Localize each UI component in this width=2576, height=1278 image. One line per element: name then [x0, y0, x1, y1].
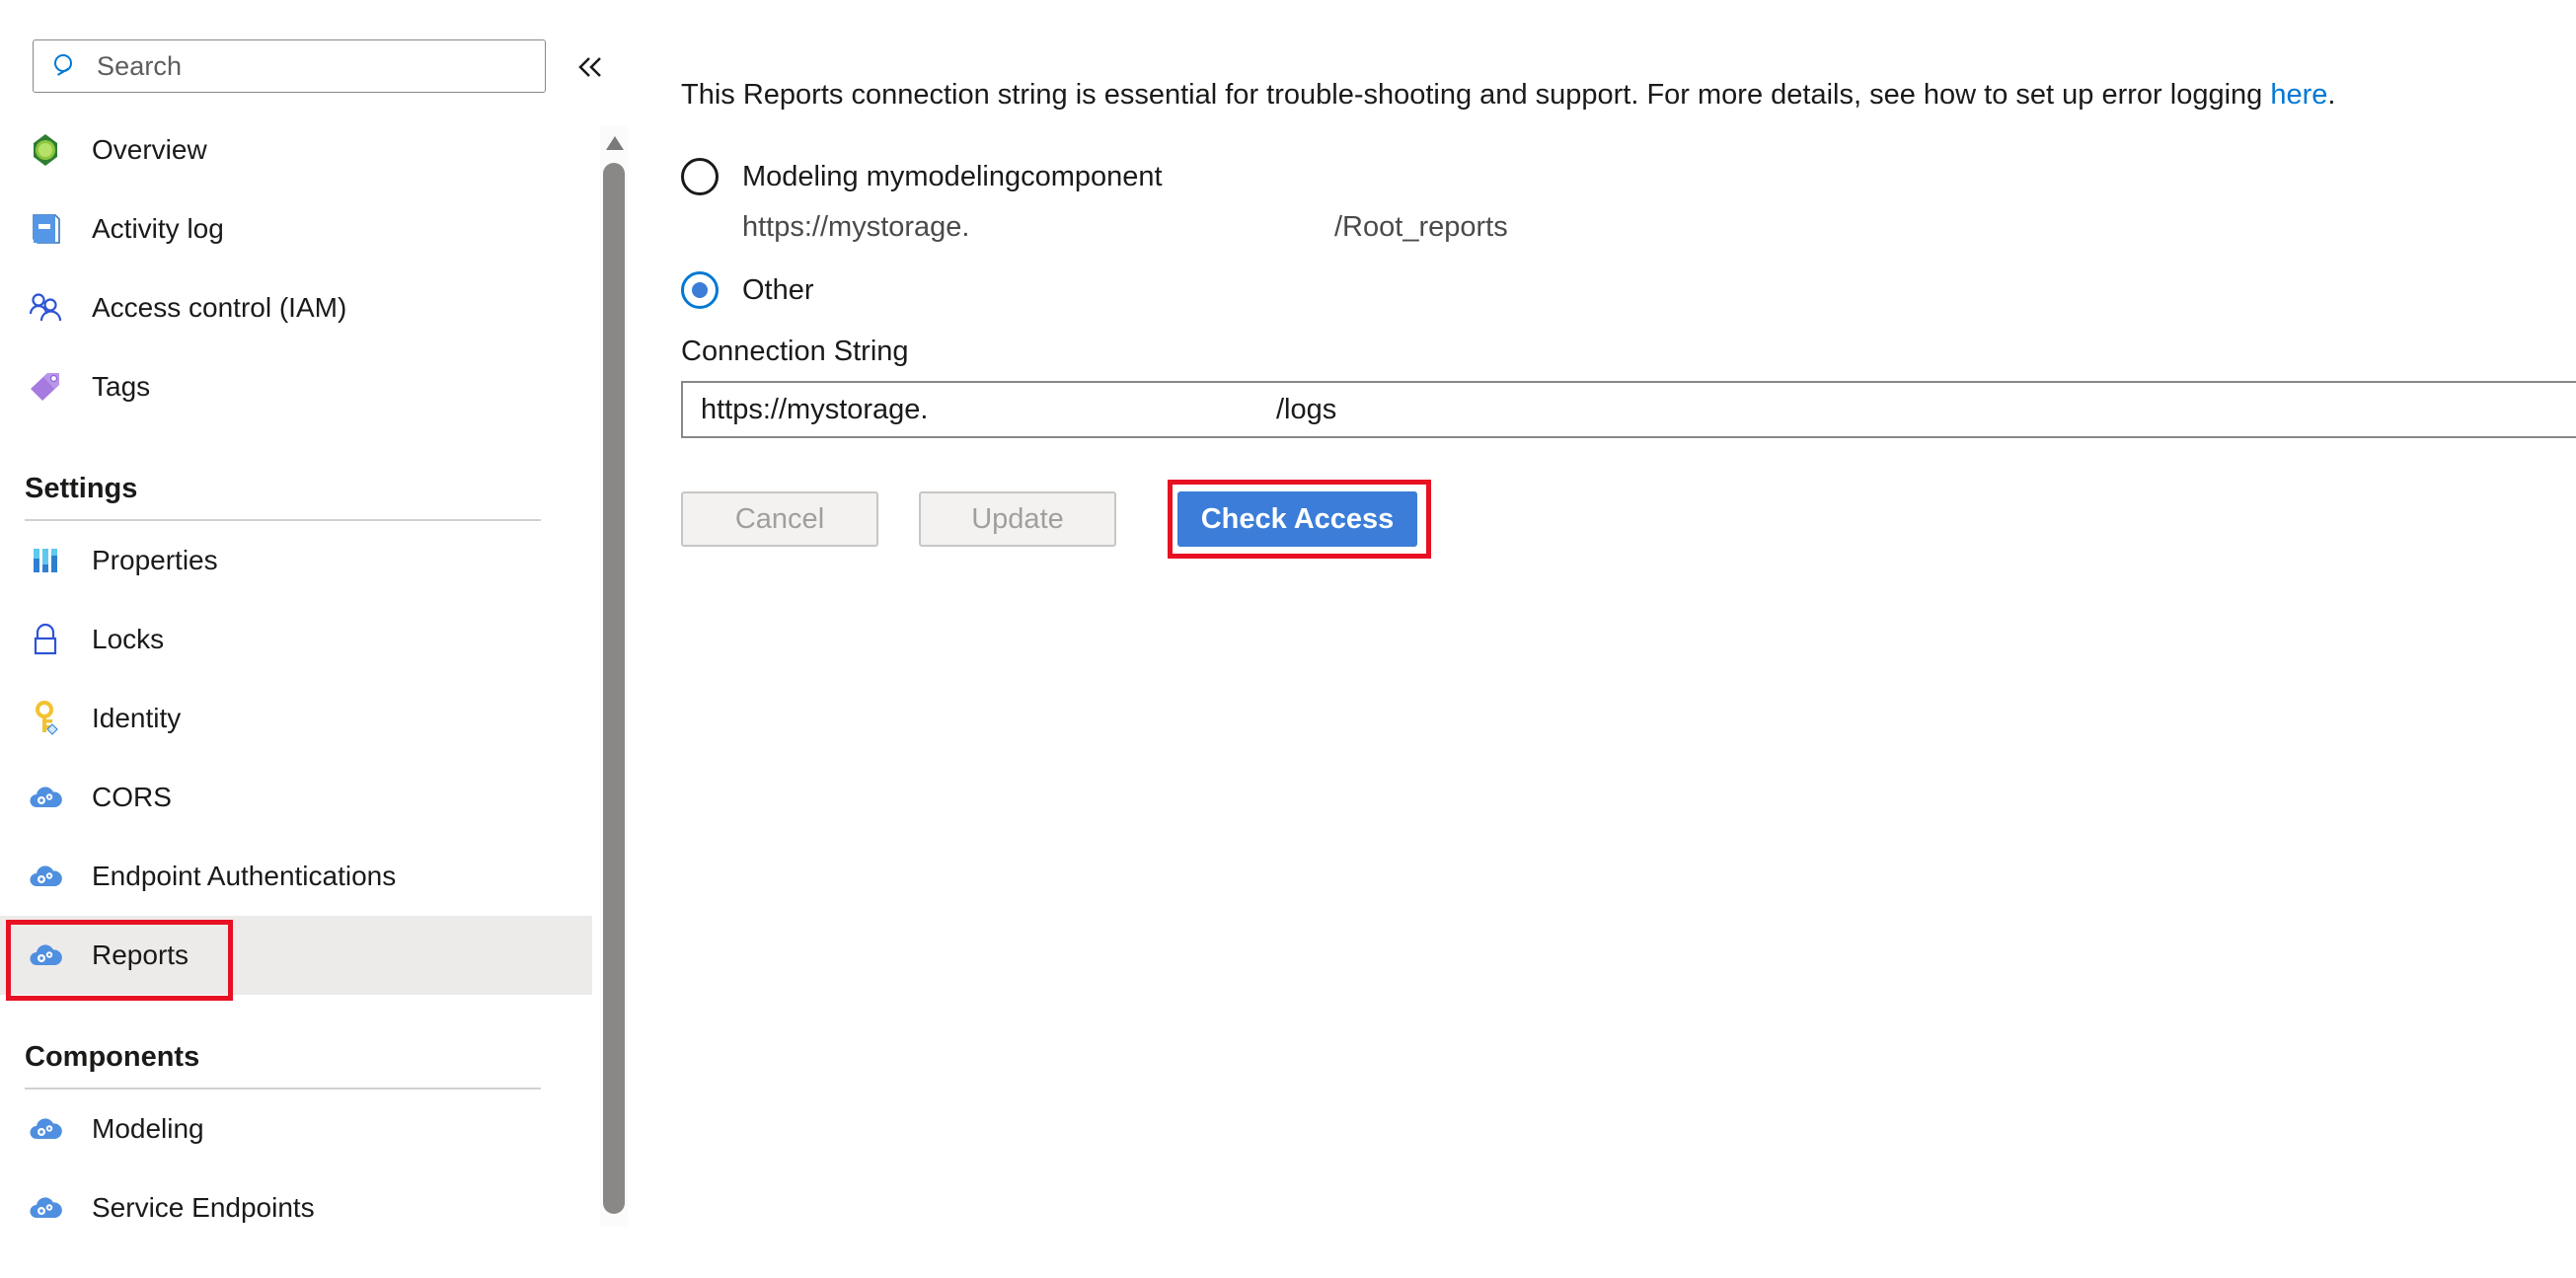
radio-option-modeling[interactable]: Modeling mymodelingcomponent: [681, 158, 1163, 195]
sidebar-item-service-endpoints[interactable]: Service Endpoints: [0, 1168, 592, 1247]
modeling-url-left: https://mystorage.: [742, 211, 970, 243]
sidebar-section-label: Components: [25, 1041, 200, 1073]
activity-log-icon: [25, 208, 66, 250]
tags-icon: [25, 366, 66, 408]
sidebar-item-label: Activity log: [92, 213, 224, 244]
radio-option-other[interactable]: Other: [681, 271, 814, 309]
sidebar-search-row: Search: [0, 0, 601, 111]
sidebar-item-reports[interactable]: Reports: [0, 916, 592, 1001]
cancel-button[interactable]: Cancel: [681, 491, 878, 547]
sidebar: Search Overview Activity log Access cont…: [0, 0, 628, 1278]
cloud-gear-icon: [25, 935, 66, 976]
sidebar-item-modeling[interactable]: Modeling: [0, 1090, 592, 1168]
connection-string-value-left: https://mystorage.: [701, 393, 929, 425]
sidebar-item-label: Service Endpoints: [92, 1192, 315, 1223]
intro-text-before: This Reports connection string is essent…: [681, 79, 2271, 111]
key-icon: [25, 698, 66, 739]
sidebar-scrollbar-thumb[interactable]: [603, 163, 625, 1214]
search-icon: [51, 51, 81, 81]
sidebar-item-label: Properties: [92, 545, 218, 575]
sidebar-item-tags[interactable]: Tags: [0, 347, 592, 426]
sidebar-item-identity[interactable]: Identity: [0, 679, 592, 758]
search-input[interactable]: Search: [33, 39, 546, 93]
chevron-double-left-icon: [573, 52, 609, 82]
radio-option-label: Other: [742, 274, 814, 306]
sidebar-item-locks[interactable]: Locks: [0, 600, 592, 679]
update-button[interactable]: Update: [919, 491, 1116, 547]
radio-button-unselected-icon[interactable]: [681, 158, 719, 195]
sidebar-item-label: Endpoint Authentications: [92, 861, 397, 891]
cloud-gear-icon: [25, 856, 66, 897]
sidebar-item-access-control[interactable]: Access control (IAM): [0, 268, 592, 347]
collapse-sidebar-button[interactable]: [570, 50, 612, 84]
app-root: Search Overview Activity log Access cont…: [0, 0, 2576, 1278]
sidebar-section-settings: Settings: [0, 426, 592, 521]
sidebar-item-label: Locks: [92, 624, 165, 654]
sidebar-item-label: Access control (IAM): [92, 292, 347, 323]
check-access-button[interactable]: Check Access: [1177, 491, 1417, 547]
sidebar-item-label: Tags: [92, 371, 151, 402]
connection-string-value-right: /logs: [1276, 393, 1337, 425]
sidebar-item-properties[interactable]: Properties: [0, 521, 592, 600]
sidebar-item-cors[interactable]: CORS: [0, 758, 592, 837]
scroll-up-arrow-icon[interactable]: [604, 134, 626, 152]
cloud-gear-icon: [25, 1108, 66, 1150]
access-control-icon: [25, 287, 66, 329]
sidebar-item-label: Identity: [92, 703, 182, 733]
sidebar-nav: Overview Activity log Access control (IA…: [0, 111, 592, 1247]
sidebar-section-label: Settings: [25, 473, 138, 504]
connection-string-label: Connection String: [681, 336, 909, 367]
sidebar-item-label: Reports: [92, 940, 189, 970]
overview-icon: [25, 129, 66, 171]
modeling-url-right: /Root_reports: [1334, 211, 1508, 243]
connection-string-input[interactable]: https://mystorage. /logs: [681, 381, 2576, 438]
properties-icon: [25, 540, 66, 581]
modeling-connection-url: https://mystorage. /Root_reports: [742, 213, 1828, 242]
intro-text-after: .: [2327, 79, 2336, 111]
lock-icon: [25, 619, 66, 660]
sidebar-item-endpoint-authentications[interactable]: Endpoint Authentications: [0, 837, 592, 916]
sidebar-section-components: Components: [0, 995, 592, 1090]
intro-text: This Reports connection string is essent…: [681, 81, 2335, 110]
sidebar-item-overview[interactable]: Overview: [0, 111, 592, 189]
radio-option-label: Modeling mymodelingcomponent: [742, 161, 1163, 192]
sidebar-item-label: CORS: [92, 782, 172, 812]
main-content: This Reports connection string is essent…: [632, 0, 2576, 1278]
sidebar-item-label: Overview: [92, 134, 207, 165]
radio-button-selected-icon[interactable]: [681, 271, 719, 309]
error-logging-link[interactable]: here: [2270, 79, 2327, 111]
sidebar-item-activity-log[interactable]: Activity log: [0, 189, 592, 268]
search-placeholder: Search: [97, 50, 183, 81]
cloud-gear-icon: [25, 1187, 66, 1229]
sidebar-item-label: Modeling: [92, 1113, 204, 1144]
cloud-gear-icon: [25, 777, 66, 818]
